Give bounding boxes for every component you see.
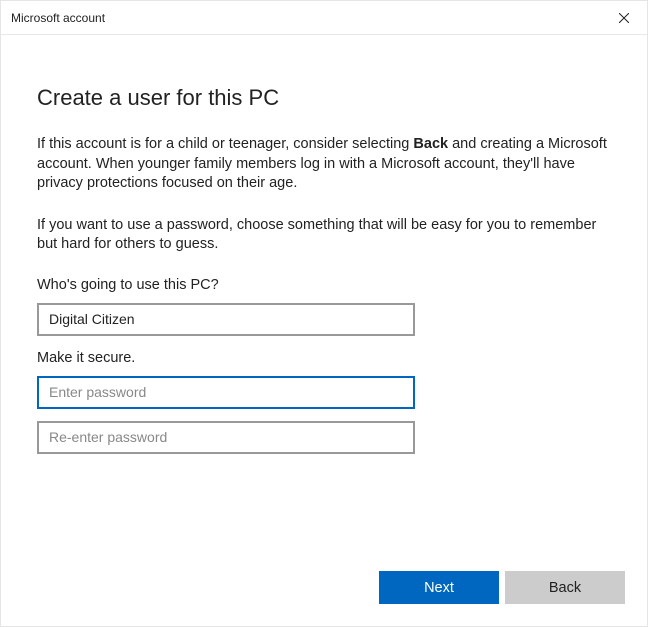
username-label: Who's going to use this PC? (37, 277, 611, 293)
password-input[interactable] (37, 376, 415, 409)
paragraph-password-hint: If you want to use a password, choose so… (37, 216, 611, 255)
secure-label: Make it secure. (37, 350, 611, 366)
dialog-window: Microsoft account Create a user for this… (0, 0, 648, 627)
para1-pre: If this account is for a child or teenag… (37, 136, 413, 152)
close-icon (619, 13, 629, 23)
password-confirm-input[interactable] (37, 421, 415, 454)
window-title: Microsoft account (11, 11, 105, 25)
paragraph-child-account: If this account is for a child or teenag… (37, 135, 611, 194)
back-button[interactable]: Back (505, 571, 625, 604)
next-button[interactable]: Next (379, 571, 499, 604)
para1-bold: Back (413, 136, 448, 152)
footer-buttons: Next Back (379, 571, 625, 604)
titlebar: Microsoft account (1, 1, 647, 35)
page-heading: Create a user for this PC (37, 85, 611, 111)
dialog-content: Create a user for this PC If this accoun… (1, 35, 647, 626)
username-input[interactable] (37, 303, 415, 336)
close-button[interactable] (601, 1, 647, 35)
